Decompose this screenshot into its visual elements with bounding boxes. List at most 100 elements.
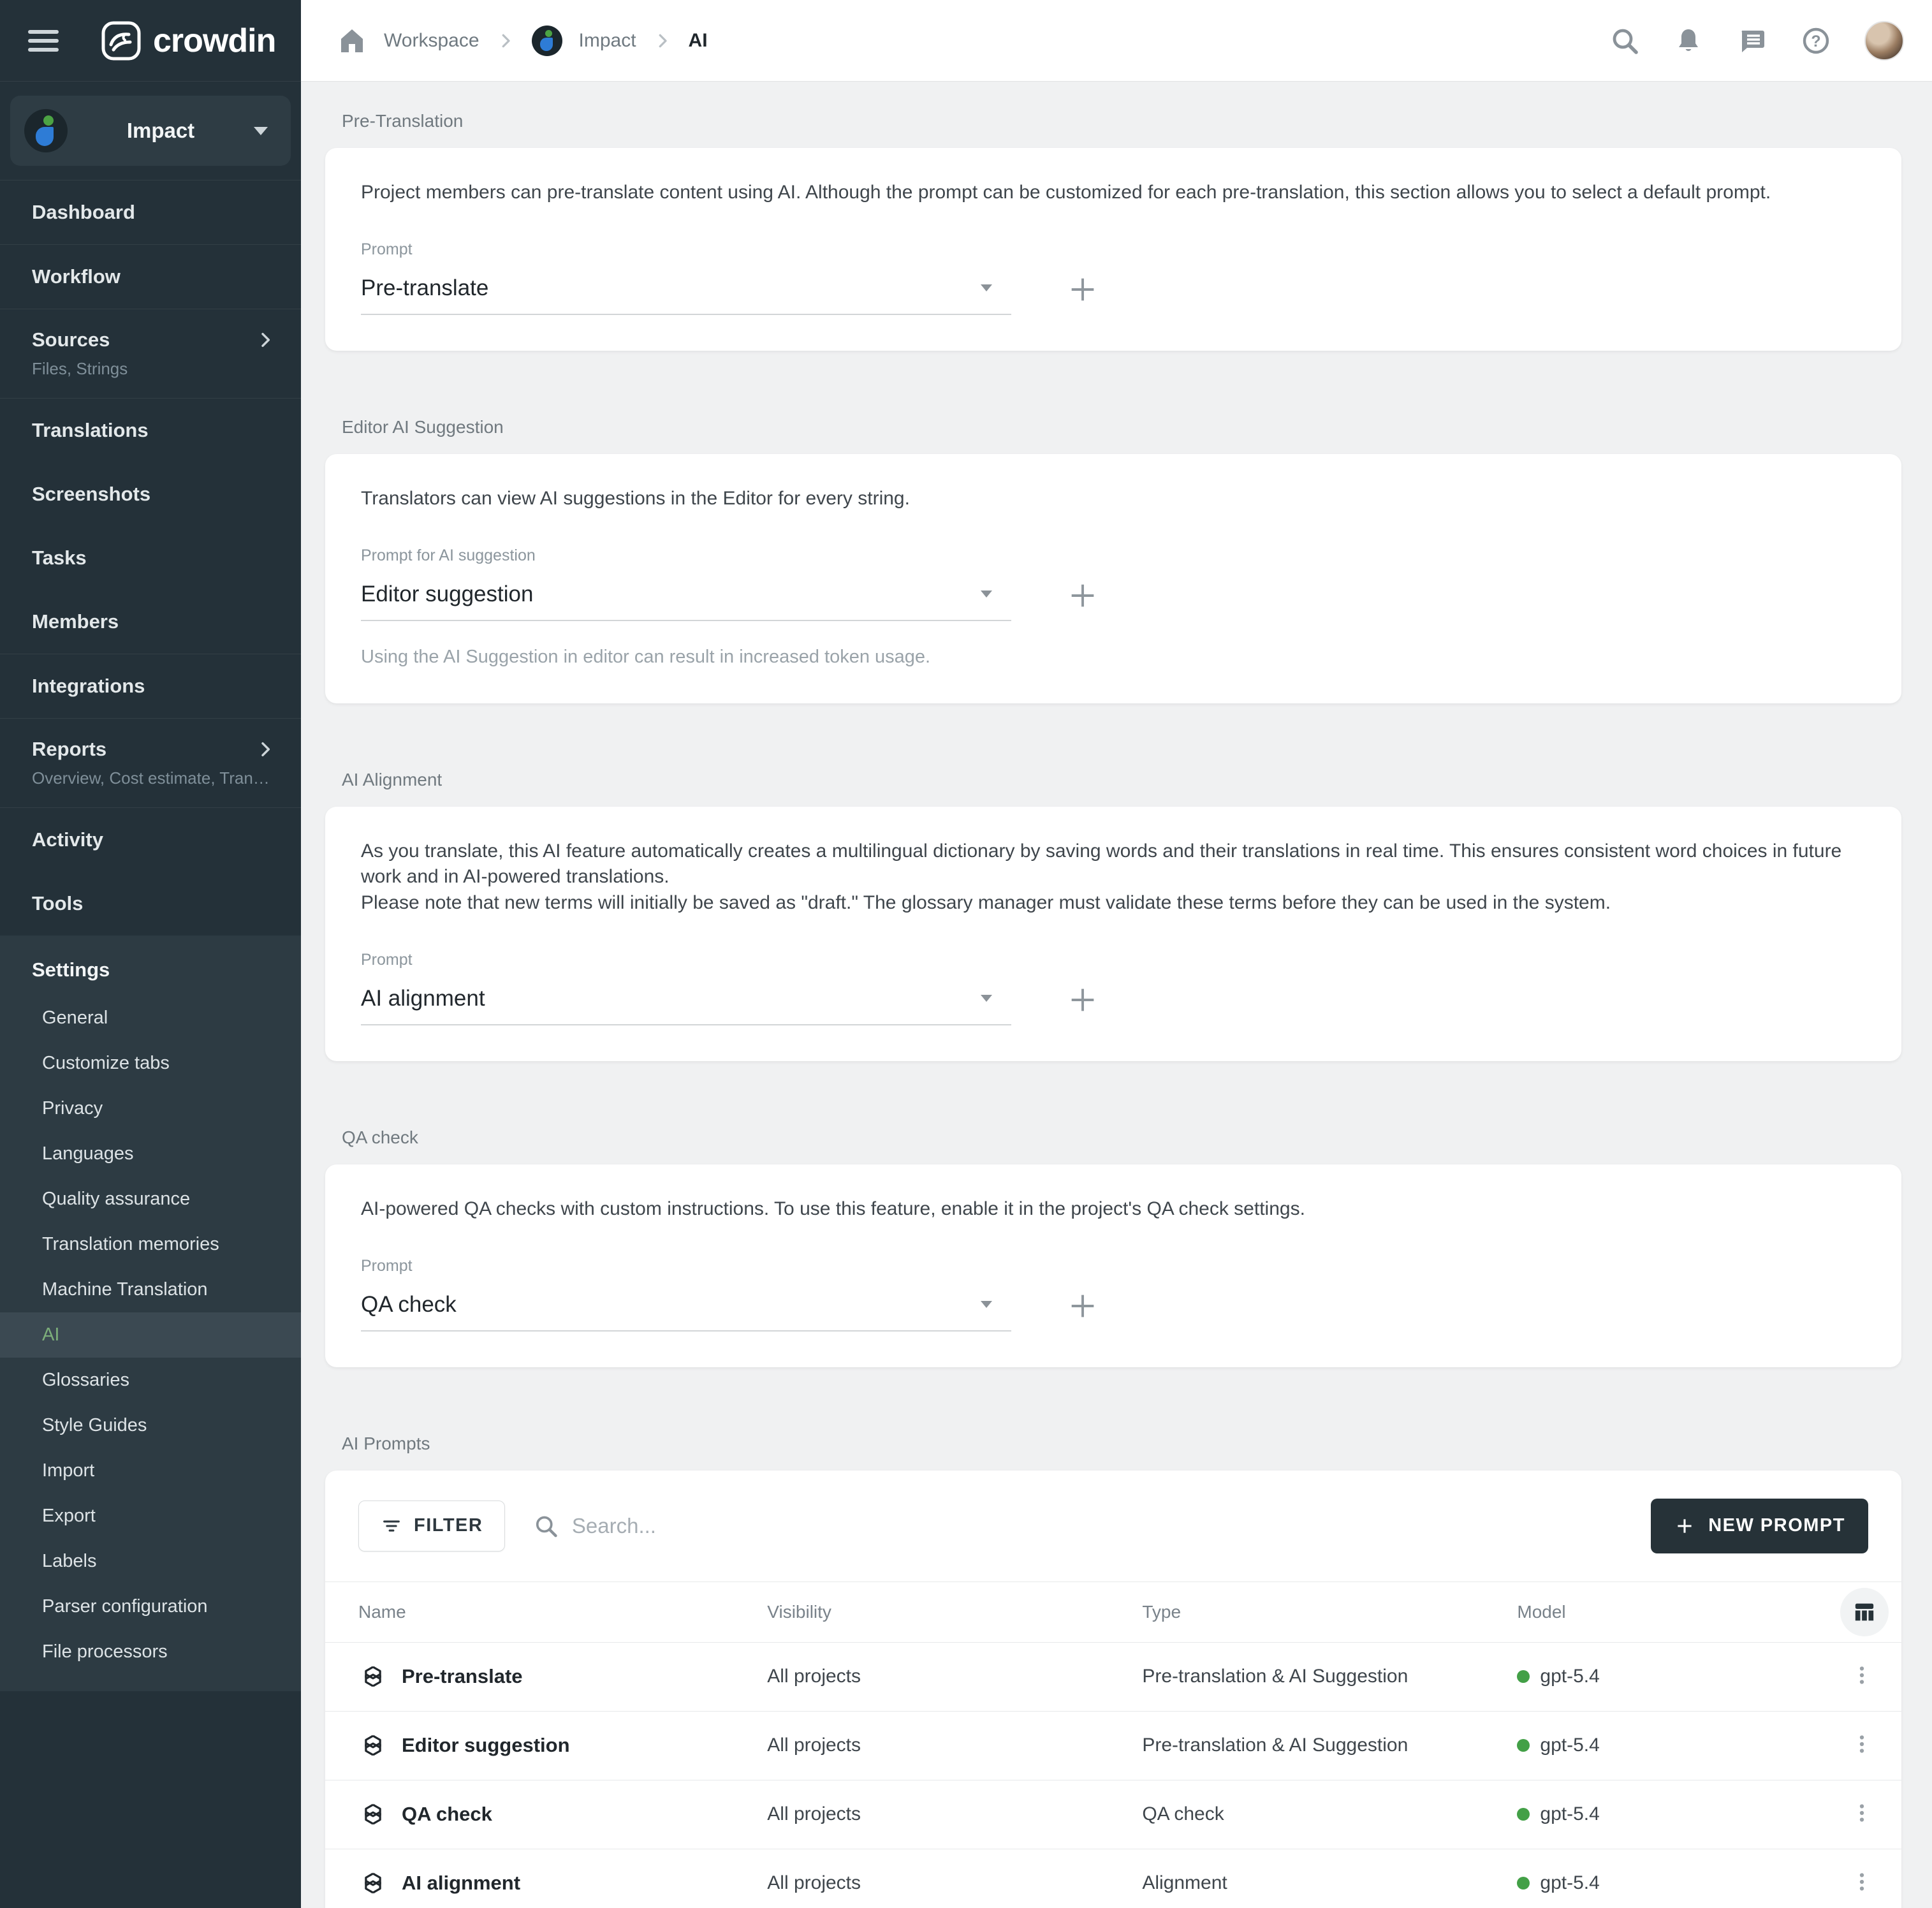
project-selector[interactable]: Impact — [10, 96, 291, 166]
sidebar-item-integrations[interactable]: Integrations — [0, 654, 301, 718]
pre-translation-prompt-select[interactable]: Pre-translate — [361, 264, 1011, 315]
sidebar-item-ai[interactable]: AI — [0, 1312, 301, 1358]
kebab-menu-icon[interactable] — [1844, 1657, 1880, 1696]
dropdown-caret-icon — [981, 284, 992, 291]
settings-content: Pre-Translation Project members can pre-… — [301, 82, 1932, 1908]
logo-text: crowdin — [153, 22, 275, 60]
column-settings-button[interactable] — [1840, 1588, 1889, 1636]
model-status-dot — [1517, 1808, 1530, 1821]
user-avatar[interactable] — [1864, 21, 1904, 61]
sidebar-item-tasks[interactable]: Tasks — [0, 526, 301, 590]
sidebar-item-customize-tabs[interactable]: Customize tabs — [0, 1041, 301, 1086]
token-usage-helper: Using the AI Suggestion in editor can re… — [361, 647, 1866, 668]
sidebar-item-quality-assurance[interactable]: Quality assurance — [0, 1177, 301, 1222]
breadcrumb-workspace[interactable]: Workspace — [384, 30, 479, 52]
hamburger-menu-icon[interactable] — [28, 30, 59, 52]
qa-check-prompt-select[interactable]: QA check — [361, 1281, 1011, 1332]
kebab-menu-icon[interactable] — [1844, 1795, 1880, 1834]
table-row[interactable]: Pre-translate All projects Pre-translati… — [325, 1643, 1901, 1712]
section-label: Editor AI Suggestion — [342, 417, 1901, 437]
bell-icon[interactable] — [1673, 26, 1704, 56]
editor-ai-suggestion-card: Translators can view AI suggestions in t… — [325, 454, 1901, 703]
chevron-right-icon — [653, 31, 672, 50]
main-area: Workspace Impact AI — [301, 0, 1932, 1908]
search-input[interactable] — [572, 1514, 1651, 1538]
sidebar-item-translation-memories[interactable]: Translation memories — [0, 1222, 301, 1267]
prompt-field-label: Prompt — [361, 951, 1866, 969]
sidebar-settings-section: Settings General Customize tabs Privacy … — [0, 936, 301, 1691]
section-label: QA check — [342, 1127, 1901, 1148]
sidebar-item-glossaries[interactable]: Glossaries — [0, 1358, 301, 1403]
editor-ai-suggestion-section: Editor AI Suggestion Translators can vie… — [325, 417, 1901, 703]
svg-text:?: ? — [1811, 32, 1820, 50]
sidebar-item-general[interactable]: General — [0, 995, 301, 1041]
openai-icon — [358, 1731, 388, 1760]
sidebar-item-export[interactable]: Export — [0, 1493, 301, 1539]
sidebar-item-languages[interactable]: Languages — [0, 1131, 301, 1177]
home-icon[interactable] — [337, 26, 367, 56]
project-name: Impact — [68, 119, 254, 143]
qa-check-card: AI-powered QA checks with custom instruc… — [325, 1164, 1901, 1367]
prompt-field-label: Prompt — [361, 240, 1866, 259]
qa-check-section: QA check AI-powered QA checks with custo… — [325, 1127, 1901, 1367]
editor-suggestion-prompt-select[interactable]: Editor suggestion — [361, 570, 1011, 621]
section-description: As you translate, this AI feature automa… — [361, 839, 1866, 891]
sidebar-item-sources[interactable]: Sources Files, Strings — [0, 309, 301, 398]
dropdown-caret-icon — [981, 1301, 992, 1308]
help-icon[interactable]: ? — [1801, 26, 1831, 56]
breadcrumb-current: AI — [689, 30, 708, 52]
sidebar-item-tools[interactable]: Tools — [0, 872, 301, 936]
sidebar-item-dashboard[interactable]: Dashboard — [0, 180, 301, 244]
table-row[interactable]: QA check All projects QA check gpt-5.4 — [325, 1780, 1901, 1849]
filter-button[interactable]: FILTER — [358, 1501, 505, 1552]
column-settings-icon — [1852, 1599, 1877, 1625]
sidebar-nav: Dashboard Workflow Sources Files, String… — [0, 180, 301, 1908]
sidebar-item-activity[interactable]: Activity — [0, 808, 301, 872]
sidebar-item-parser-configuration[interactable]: Parser configuration — [0, 1584, 301, 1629]
column-header-type: Type — [1142, 1602, 1517, 1622]
sidebar-item-members[interactable]: Members — [0, 590, 301, 654]
section-label: Pre-Translation — [342, 111, 1901, 131]
prompts-search — [533, 1513, 1651, 1539]
table-row[interactable]: AI alignment All projects Alignment gpt-… — [325, 1849, 1901, 1908]
settings-section-label: Settings — [0, 936, 301, 995]
add-prompt-icon[interactable] — [1066, 983, 1099, 1016]
sidebar-item-import[interactable]: Import — [0, 1448, 301, 1493]
ai-alignment-prompt-select[interactable]: AI alignment — [361, 974, 1011, 1025]
ai-prompts-section: AI Prompts FILTER — [325, 1434, 1901, 1908]
topbar: Workspace Impact AI — [301, 0, 1932, 82]
add-prompt-icon[interactable] — [1066, 1289, 1099, 1323]
sidebar-item-reports[interactable]: Reports Overview, Cost estimate, Transl… — [0, 719, 301, 807]
kebab-menu-icon[interactable] — [1844, 1726, 1880, 1765]
sidebar-item-style-guides[interactable]: Style Guides — [0, 1403, 301, 1448]
sidebar-item-privacy[interactable]: Privacy — [0, 1086, 301, 1131]
sidebar-item-screenshots[interactable]: Screenshots — [0, 462, 301, 526]
chat-icon[interactable] — [1737, 26, 1767, 56]
sidebar-item-labels[interactable]: Labels — [0, 1539, 301, 1584]
sidebar-item-translations[interactable]: Translations — [0, 399, 301, 462]
ai-prompts-card: FILTER — [325, 1471, 1901, 1908]
column-header-model: Model — [1517, 1602, 1831, 1622]
new-prompt-button[interactable]: NEW PROMPT — [1651, 1499, 1868, 1553]
add-prompt-icon[interactable] — [1066, 579, 1099, 612]
prompt-field-label: Prompt for AI suggestion — [361, 547, 1866, 565]
model-status-dot — [1517, 1877, 1530, 1890]
table-row[interactable]: Editor suggestion All projects Pre-trans… — [325, 1712, 1901, 1780]
dropdown-caret-icon — [981, 591, 992, 598]
topbar-icons: ? — [1609, 21, 1904, 61]
sidebar-item-file-processors[interactable]: File processors — [0, 1629, 301, 1675]
crowdin-logo[interactable]: crowdin — [101, 20, 275, 61]
model-status-dot — [1517, 1739, 1530, 1752]
sidebar-item-machine-translation[interactable]: Machine Translation — [0, 1267, 301, 1312]
app-root: crowdin Impact Dashboard Workflow Source… — [0, 0, 1932, 1908]
prompts-toolbar: FILTER — [325, 1471, 1901, 1581]
crowdin-logo-icon — [101, 20, 142, 61]
search-icon[interactable] — [1609, 26, 1640, 56]
kebab-menu-icon[interactable] — [1844, 1864, 1880, 1903]
openai-icon — [358, 1868, 388, 1898]
dropdown-caret-icon — [981, 995, 992, 1002]
add-prompt-icon[interactable] — [1066, 273, 1099, 306]
breadcrumb-project[interactable]: Impact — [579, 30, 636, 52]
model-status-dot — [1517, 1670, 1530, 1683]
sidebar-item-workflow[interactable]: Workflow — [0, 245, 301, 309]
